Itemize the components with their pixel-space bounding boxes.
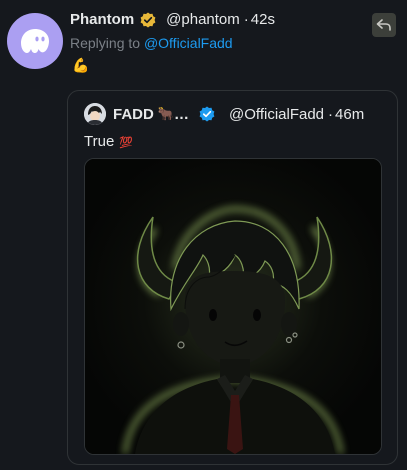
author-handle[interactable]: @phantom [166, 11, 240, 28]
replying-to-label: Replying to [70, 35, 144, 51]
quoted-name-emoji: 🐂 [157, 106, 175, 121]
quoted-tweet-card[interactable]: FADD 🐂 … @OfficialFadd · 46m True 💯 [67, 90, 398, 465]
gold-verified-badge-icon[interactable] [140, 12, 156, 28]
quoted-text: True [84, 133, 115, 150]
author-name[interactable]: Phantom [70, 11, 134, 28]
quoted-dot-separator: · [328, 105, 334, 123]
quoted-author-handle[interactable]: @OfficialFadd [229, 106, 324, 123]
reply-button[interactable] [372, 13, 396, 37]
quoted-tweet-header: FADD 🐂 … @OfficialFadd · 46m [84, 103, 364, 125]
ghost-icon [21, 29, 49, 53]
quoted-media-image[interactable] [84, 158, 382, 455]
dot-separator: · [243, 11, 249, 28]
quoted-timestamp[interactable]: 46m [335, 106, 364, 123]
blue-verified-badge-icon[interactable] [199, 106, 215, 122]
horned-character-illustration [85, 159, 381, 454]
quoted-author-name[interactable]: FADD [113, 106, 154, 123]
tweet-timestamp[interactable]: 42s [251, 11, 275, 28]
replying-to: Replying to @OfficialFadd [70, 35, 233, 51]
replying-to-mention[interactable]: @OfficialFadd [144, 35, 233, 51]
quoted-author-avatar[interactable] [84, 103, 106, 125]
reply-arrow-icon [376, 19, 391, 31]
quoted-tweet-text: True 💯 [84, 133, 133, 150]
author-avatar[interactable] [7, 13, 63, 69]
hundred-points-emoji: 💯 [119, 137, 133, 149]
tweet-body: 💪 [72, 57, 90, 73]
quoted-name-ellipsis: … [174, 105, 190, 123]
tweet-header: Phantom @phantom · 42s [70, 11, 275, 28]
